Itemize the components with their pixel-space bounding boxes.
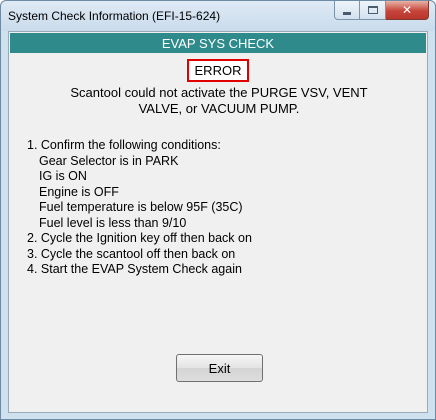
window-controls: ✕	[334, 1, 429, 20]
minimize-icon	[343, 11, 351, 15]
error-message-line: VALVE, or VACUUM PUMP.	[138, 101, 300, 116]
section-header: EVAP SYS CHECK	[10, 33, 426, 53]
error-message: Scantool could not activate the PURGE VS…	[29, 85, 409, 117]
condition-item: Fuel level is less than 9/10	[39, 215, 187, 230]
instruction-step: 2. Cycle the Ignition key off then back …	[27, 231, 252, 245]
title-bar[interactable]: System Check Information (EFI-15-624) ✕	[1, 1, 435, 31]
condition-item: Gear Selector is in PARK	[39, 153, 179, 168]
condition-item: IG is ON	[39, 169, 87, 183]
close-button[interactable]: ✕	[386, 1, 429, 20]
instruction-step: 1. Confirm the following conditions:	[27, 138, 221, 152]
maximize-button[interactable]	[360, 1, 386, 20]
instructions-list: 1. Confirm the following conditions: Gea…	[27, 138, 417, 278]
condition-item: Fuel temperature is below 95F (35C)	[39, 200, 243, 214]
condition-item: Engine is OFF	[39, 184, 119, 199]
dialog-window: System Check Information (EFI-15-624) ✕ …	[0, 0, 436, 420]
instruction-step: 3. Cycle the scantool off then back on	[27, 246, 236, 261]
maximize-icon	[367, 6, 378, 14]
exit-button[interactable]: Exit	[176, 354, 263, 382]
dialog-content: EVAP SYS CHECK ERROR Scantool could not …	[8, 31, 428, 413]
error-message-line: Scantool could not activate the PURGE VS…	[70, 85, 368, 100]
window-title: System Check Information (EFI-15-624)	[8, 9, 221, 23]
instruction-step: 4. Start the EVAP System Check again	[27, 262, 242, 276]
minimize-button[interactable]	[334, 1, 360, 20]
error-badge: ERROR	[187, 59, 249, 82]
close-icon: ✕	[401, 3, 413, 17]
